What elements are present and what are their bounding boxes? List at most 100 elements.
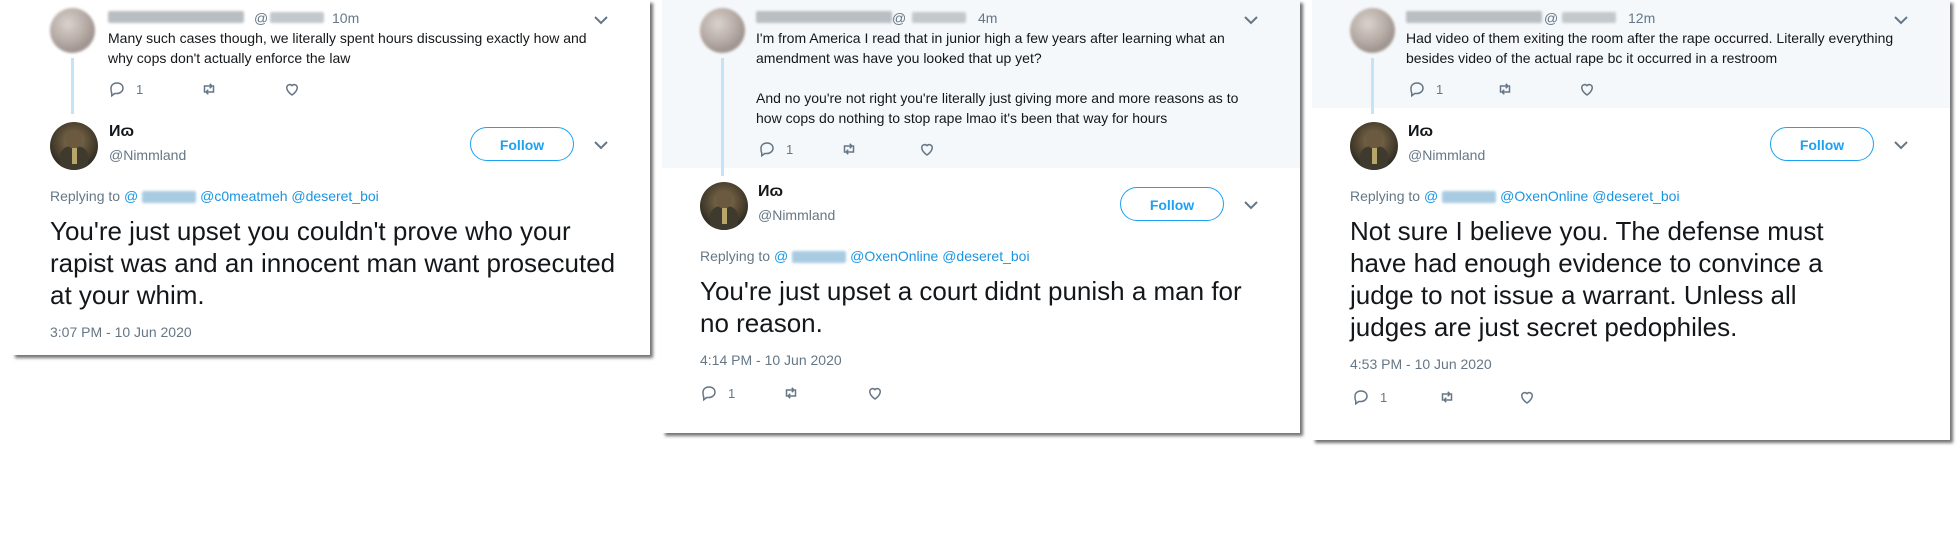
chevron-down-icon[interactable] xyxy=(590,137,612,153)
author-handle-redacted xyxy=(912,12,966,23)
retweet-button[interactable] xyxy=(200,80,218,98)
tweet-card-1: @ 10m Many such cases though, we literal… xyxy=(12,0,650,355)
reply-button[interactable]: 1 xyxy=(758,140,793,158)
parent-tweet[interactable]: @ 4m I'm from America I read that in jun… xyxy=(662,0,1300,176)
mention-redacted[interactable] xyxy=(1442,191,1497,204)
avatar[interactable] xyxy=(700,182,748,230)
like-button[interactable] xyxy=(283,80,301,98)
thread-line xyxy=(71,58,74,114)
user-handle[interactable]: @Nimmland xyxy=(758,207,835,223)
thread-line xyxy=(1371,58,1374,114)
tweet-timestamp[interactable]: 4:53 PM - 10 Jun 2020 xyxy=(1350,356,1492,372)
author-handle-redacted xyxy=(270,12,324,23)
follow-button[interactable]: Follow xyxy=(1770,127,1874,161)
display-name[interactable]: Иɷ xyxy=(1408,123,1433,141)
parent-tweet-text: Had video of them exiting the room after… xyxy=(1406,30,1894,66)
display-name[interactable]: Иɷ xyxy=(109,123,134,141)
replying-to: Replying to @ @c0meatmeh @deseret_boi xyxy=(50,188,379,204)
avatar[interactable] xyxy=(50,8,95,53)
tweet-actions: 1 xyxy=(700,384,950,404)
reply-icon xyxy=(760,142,774,158)
chevron-down-icon[interactable] xyxy=(1890,12,1912,28)
mention-link[interactable]: @c0meatmeh xyxy=(200,188,287,204)
avatar[interactable] xyxy=(1350,122,1398,170)
replying-label: Replying to xyxy=(50,188,121,204)
reply-count: 1 xyxy=(786,141,794,157)
mention-redacted[interactable] xyxy=(142,191,197,204)
like-button[interactable] xyxy=(1578,80,1596,98)
avatar[interactable] xyxy=(1350,8,1395,53)
mention-link[interactable]: @OxenOnline xyxy=(1500,188,1588,204)
tweet-text: You're just upset you couldn't prove who… xyxy=(50,216,616,310)
reply-count: 1 xyxy=(1436,81,1444,97)
reply-button[interactable]: 1 xyxy=(700,384,735,402)
reply-icon xyxy=(702,386,716,402)
user-handle[interactable]: @Nimmland xyxy=(109,147,186,163)
parent-tweet[interactable]: @ 12m Had video of them exiting the room… xyxy=(1312,0,1950,114)
mention-link[interactable]: @ xyxy=(1424,188,1438,204)
reply-count: 1 xyxy=(1380,389,1388,405)
like-button[interactable] xyxy=(866,384,884,402)
replying-to: Replying to @ @OxenOnline @deseret_boi xyxy=(1350,188,1680,204)
mention-link[interactable]: @OxenOnline xyxy=(850,248,938,264)
avatar[interactable] xyxy=(50,122,98,170)
author-name-redacted xyxy=(108,11,244,23)
reply-icon xyxy=(1410,82,1424,98)
retweet-icon xyxy=(1499,83,1511,95)
reply-button[interactable]: 1 xyxy=(1352,388,1387,406)
tweet-text: You're just upset a court didnt punish a… xyxy=(700,276,1242,338)
parent-actions: 1 xyxy=(758,140,1008,160)
handle-at: @ xyxy=(254,10,269,26)
replying-label: Replying to xyxy=(700,248,771,264)
retweet-icon xyxy=(843,143,855,155)
chevron-down-icon[interactable] xyxy=(1890,137,1912,153)
tweet-timestamp[interactable]: 4:14 PM - 10 Jun 2020 xyxy=(700,352,842,368)
tweet-actions: 1 xyxy=(1352,388,1602,408)
parent-actions: 1 xyxy=(1408,80,1658,100)
chevron-down-icon[interactable] xyxy=(590,12,612,28)
tweet-time[interactable]: 10m xyxy=(332,10,359,26)
mention-link[interactable]: @deseret_boi xyxy=(942,248,1029,264)
like-button[interactable] xyxy=(1518,388,1536,406)
parent-tweet[interactable]: @ 10m Many such cases though, we literal… xyxy=(12,0,650,114)
mention-redacted[interactable] xyxy=(792,251,847,264)
tweet-card-2: @ 4m I'm from America I read that in jun… xyxy=(662,0,1300,433)
tweet-text: Not sure I believe you. The defense must… xyxy=(1350,216,1824,342)
mention-link[interactable]: @deseret_boi xyxy=(1592,188,1679,204)
thread-line xyxy=(721,58,724,176)
follow-button[interactable]: Follow xyxy=(1120,187,1224,221)
tweet-timestamp[interactable]: 3:07 PM - 10 Jun 2020 xyxy=(50,324,192,340)
reply-button[interactable]: 1 xyxy=(108,80,143,98)
tweet-time[interactable]: 4m xyxy=(978,10,997,26)
retweet-icon xyxy=(785,387,797,399)
tweet-time[interactable]: 12m xyxy=(1628,10,1655,26)
like-icon xyxy=(920,143,934,156)
retweet-icon xyxy=(203,83,215,95)
retweet-button[interactable] xyxy=(1438,388,1456,406)
author-handle-redacted xyxy=(1562,12,1616,23)
retweet-icon xyxy=(1441,391,1453,403)
reply-count: 1 xyxy=(728,385,736,401)
author-name-redacted xyxy=(1406,11,1542,23)
follow-button[interactable]: Follow xyxy=(470,127,574,161)
replying-to: Replying to @ @OxenOnline @deseret_boi xyxy=(700,248,1030,264)
like-icon xyxy=(1520,391,1534,404)
mention-link[interactable]: @ xyxy=(774,248,788,264)
reply-button[interactable]: 1 xyxy=(1408,80,1443,98)
reply-icon xyxy=(1354,390,1368,406)
avatar[interactable] xyxy=(700,8,745,53)
retweet-button[interactable] xyxy=(1496,80,1514,98)
like-icon xyxy=(868,387,882,400)
chevron-down-icon[interactable] xyxy=(1240,12,1262,28)
like-button[interactable] xyxy=(918,140,936,158)
mention-link[interactable]: @deseret_boi xyxy=(291,188,378,204)
retweet-button[interactable] xyxy=(840,140,858,158)
chevron-down-icon[interactable] xyxy=(1240,197,1262,213)
retweet-button[interactable] xyxy=(782,384,800,402)
mention-link[interactable]: @ xyxy=(124,188,138,204)
reply-count: 1 xyxy=(136,81,144,97)
display-name[interactable]: Иɷ xyxy=(758,183,783,201)
user-handle[interactable]: @Nimmland xyxy=(1408,147,1485,163)
parent-actions: 1 xyxy=(108,80,358,100)
parent-tweet-text: Many such cases though, we literally spe… xyxy=(108,30,587,66)
